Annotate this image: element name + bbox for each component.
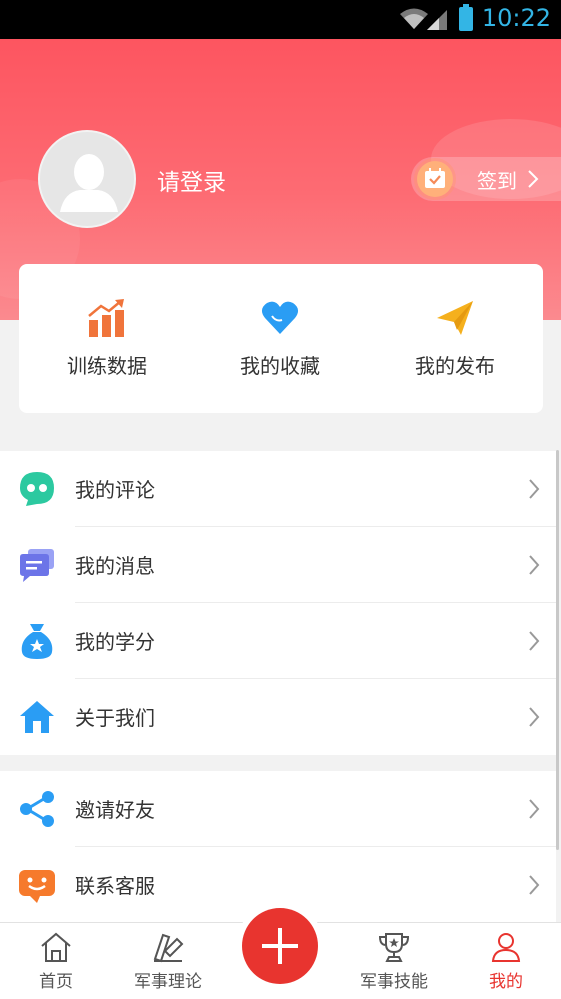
menu-item-messages[interactable]: 我的消息 (0, 527, 556, 603)
book-theory-icon (153, 933, 184, 963)
tab-label: 军事技能 (360, 972, 428, 992)
quick-actions-card: 训练数据 我的收藏 我的发布 (19, 264, 543, 413)
user-outline-icon (491, 933, 521, 962)
chevron-right-icon (529, 707, 540, 727)
menu-item-label: 我的评论 (75, 478, 155, 502)
share-icon (20, 791, 54, 827)
avatar[interactable] (38, 130, 136, 228)
menu-item-label: 邀请好友 (75, 798, 155, 822)
quick-item-label: 我的发布 (415, 354, 495, 378)
quick-item-favorites[interactable]: 我的收藏 (200, 264, 360, 413)
quick-item-label: 我的收藏 (240, 354, 320, 378)
wifi-icon (400, 8, 428, 29)
quick-item-training-data[interactable]: 训练数据 (27, 264, 187, 413)
home-icon (20, 701, 54, 733)
add-button[interactable] (242, 908, 318, 984)
tab-mine[interactable]: 我的 (466, 923, 546, 999)
login-prompt[interactable]: 请登录 (157, 163, 226, 197)
battery-icon (459, 4, 473, 31)
signin-label: 签到 (477, 169, 517, 193)
fab-container (236, 902, 324, 990)
menu-item-credits[interactable]: 我的学分 (0, 603, 556, 679)
chevron-right-icon (529, 479, 540, 499)
message-icon (20, 549, 54, 582)
calendar-check-icon (417, 161, 453, 197)
chevron-right-icon (529, 875, 540, 895)
tab-home[interactable]: 首页 (16, 923, 96, 999)
menu-group-2: 邀请好友 联系客服 (0, 771, 556, 923)
status-bar: 10:22 (0, 0, 561, 39)
menu-item-label: 我的消息 (75, 554, 155, 578)
heart-icon (261, 301, 299, 334)
signal-icon (427, 10, 447, 30)
tab-label: 军事理论 (134, 972, 202, 992)
comment-bubble-icon (20, 472, 54, 506)
paper-plane-icon (437, 301, 473, 335)
menu-item-label: 关于我们 (75, 706, 155, 730)
menu-item-invite[interactable]: 邀请好友 (0, 771, 556, 847)
quick-item-label: 训练数据 (67, 354, 147, 378)
status-time: 10:22 (481, 4, 551, 32)
home-outline-icon (41, 932, 71, 962)
bar-chart-trend-icon (88, 299, 124, 337)
menu-item-comments[interactable]: 我的评论 (0, 451, 556, 527)
chevron-right-icon (529, 799, 540, 819)
tab-military-skills[interactable]: 军事技能 (346, 923, 442, 999)
menu-group-1: 我的评论 我的消息 我的学分 关于我们 (0, 451, 556, 755)
quick-item-publish[interactable]: 我的发布 (375, 264, 535, 413)
scrollbar[interactable] (556, 450, 559, 850)
signin-button[interactable]: 签到 (411, 157, 561, 201)
chevron-right-icon (529, 555, 540, 575)
tab-label: 我的 (489, 972, 523, 992)
plus-icon (262, 928, 298, 964)
user-avatar-icon (60, 154, 118, 212)
tab-military-theory[interactable]: 军事理论 (122, 923, 214, 999)
chevron-right-icon (528, 170, 539, 188)
menu-item-about[interactable]: 关于我们 (0, 679, 556, 755)
customer-service-icon (19, 870, 55, 903)
menu-item-label: 联系客服 (75, 874, 155, 898)
menu-item-label: 我的学分 (75, 630, 155, 654)
tab-label: 首页 (39, 972, 73, 992)
chevron-right-icon (529, 631, 540, 651)
trophy-icon (378, 933, 410, 962)
money-bag-icon (21, 624, 53, 659)
